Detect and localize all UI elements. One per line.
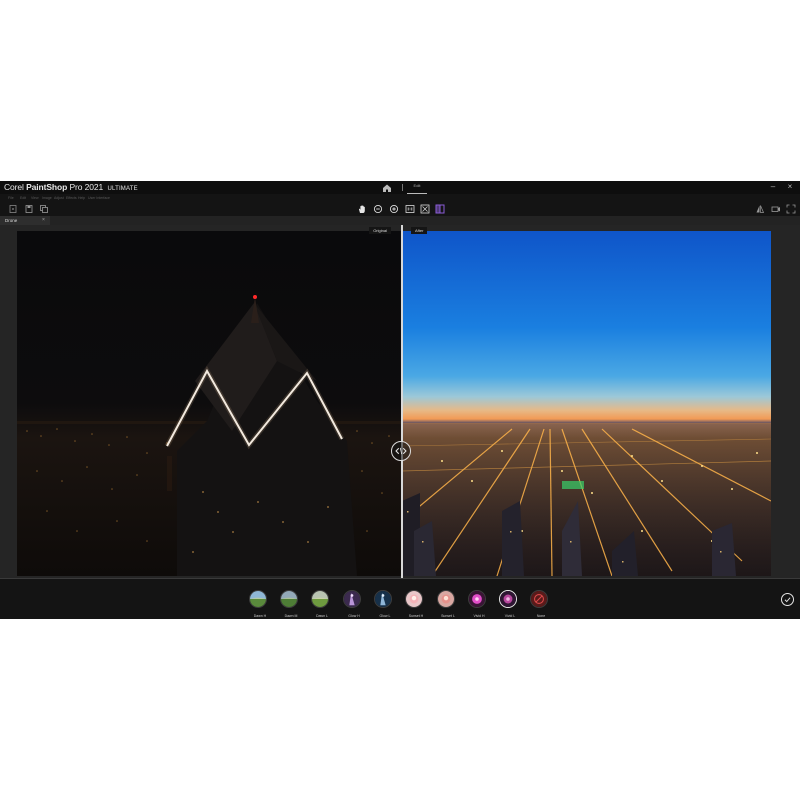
document-tab-bar: Drone × bbox=[0, 216, 800, 226]
flip-icon[interactable] bbox=[755, 204, 765, 214]
menu-item-edit[interactable]: Edit bbox=[20, 195, 26, 201]
menu-item-user-interface[interactable]: User Interface bbox=[88, 195, 110, 201]
menu-item-adjust[interactable]: Adjust bbox=[54, 195, 64, 201]
menu-item-image[interactable]: Image bbox=[42, 195, 52, 201]
close-window-icon[interactable]: × bbox=[785, 182, 795, 192]
preset-thumbnail bbox=[374, 590, 392, 608]
preset-label: Sunset H bbox=[408, 614, 424, 618]
preset-label: Dawn L bbox=[316, 614, 328, 618]
title-pro: Pro 2021 bbox=[69, 182, 104, 192]
original-label: Original bbox=[369, 227, 391, 234]
preset-label: Sunset L bbox=[441, 614, 455, 618]
camera-icon[interactable] bbox=[771, 204, 781, 214]
pan-hand-icon[interactable] bbox=[357, 204, 367, 214]
close-tab-icon[interactable]: × bbox=[42, 217, 45, 224]
preset-thumbnail bbox=[249, 590, 267, 608]
preset-glow-l[interactable]: Glow L bbox=[374, 590, 396, 619]
after-photo bbox=[402, 231, 771, 576]
after-label: After bbox=[411, 227, 428, 234]
new-file-icon[interactable] bbox=[8, 204, 18, 214]
preset-sunset-l[interactable]: Sunset L bbox=[437, 590, 459, 619]
fit-window-icon[interactable] bbox=[420, 204, 430, 214]
split-divider[interactable] bbox=[401, 225, 403, 578]
no-preset-icon bbox=[530, 590, 548, 608]
preset-label: Vivid L bbox=[504, 614, 516, 618]
zoom-in-icon[interactable] bbox=[389, 204, 399, 214]
menu-bar: File Edit View Image Adjust Effects Help… bbox=[0, 194, 800, 202]
preset-label: Glow H bbox=[348, 614, 360, 618]
preset-sunset-h[interactable]: Sunset H bbox=[405, 590, 427, 619]
preset-thumbnail bbox=[343, 590, 361, 608]
original-photo bbox=[17, 231, 401, 576]
preset-dawn-l[interactable]: Dawn L bbox=[311, 590, 333, 619]
preset-dawn-m[interactable]: Dawn M bbox=[280, 590, 302, 619]
preset-strip: Dawn H Dawn M Dawn L Glow H Glow L Sunse… bbox=[0, 578, 800, 619]
tab-edit[interactable]: Edit bbox=[407, 182, 427, 194]
image-canvas[interactable]: Original After bbox=[0, 225, 800, 578]
tab-separator bbox=[402, 184, 403, 191]
zoom-out-icon[interactable] bbox=[373, 204, 383, 214]
copy-icon[interactable] bbox=[39, 204, 49, 214]
preset-vivid-l[interactable]: Vivid L bbox=[499, 590, 521, 619]
menu-item-file[interactable]: File bbox=[8, 195, 14, 201]
preset-label: None bbox=[536, 614, 546, 618]
menu-item-view[interactable]: View bbox=[31, 195, 39, 201]
minimize-icon[interactable]: – bbox=[768, 182, 778, 192]
preset-thumbnail bbox=[437, 590, 455, 608]
preset-none[interactable]: None bbox=[530, 590, 552, 619]
preset-label: Glow L bbox=[379, 614, 391, 618]
split-handle-icon[interactable] bbox=[391, 441, 411, 461]
home-icon[interactable] bbox=[381, 182, 393, 193]
preset-label: Vivid H bbox=[473, 614, 485, 618]
preset-thumbnail bbox=[311, 590, 329, 608]
preset-thumbnail bbox=[499, 590, 517, 608]
preset-vivid-h[interactable]: Vivid H bbox=[468, 590, 490, 619]
preset-label: Dawn M bbox=[284, 614, 298, 618]
preset-label: Dawn H bbox=[253, 614, 267, 618]
actual-size-icon[interactable] bbox=[405, 204, 415, 214]
title-brand: Corel bbox=[4, 182, 24, 192]
save-icon[interactable] bbox=[24, 204, 34, 214]
preset-glow-h[interactable]: Glow H bbox=[343, 590, 365, 619]
preset-thumbnail bbox=[405, 590, 423, 608]
toolbar bbox=[0, 202, 800, 216]
title-app: PaintShop bbox=[26, 182, 68, 192]
title-edition: ULTIMATE bbox=[107, 186, 138, 192]
menu-item-effects[interactable]: Effects bbox=[66, 195, 77, 201]
document-tab-label: Drone bbox=[5, 218, 18, 223]
menu-item-help[interactable]: Help bbox=[78, 195, 85, 201]
preset-dawn-h[interactable]: Dawn H bbox=[249, 590, 271, 619]
preset-thumbnail bbox=[468, 590, 486, 608]
title-bar: Corel PaintShop Pro 2021 ULTIMATE Edit –… bbox=[0, 181, 800, 194]
compare-view-icon[interactable] bbox=[435, 204, 445, 214]
preset-thumbnail bbox=[280, 590, 298, 608]
app-window: Corel PaintShop Pro 2021 ULTIMATE Edit –… bbox=[0, 181, 800, 619]
apply-check-icon[interactable] bbox=[781, 593, 794, 606]
fullscreen-icon[interactable] bbox=[786, 204, 796, 214]
